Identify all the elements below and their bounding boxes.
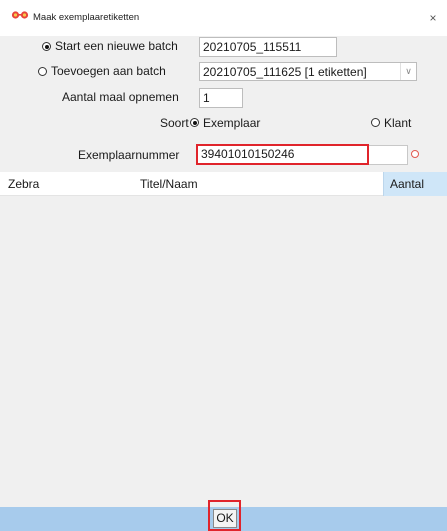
- quantity-label: Aantal maal opnemen: [62, 90, 179, 104]
- item-number-input[interactable]: 39401010150246: [196, 144, 369, 165]
- type-exemplaar-radio[interactable]: [190, 118, 199, 127]
- batch-select[interactable]: 20210705_111625 [1 etiketten] ∨: [199, 62, 417, 81]
- batch-form: Start een nieuwe batch 20210705_115511 T…: [0, 36, 447, 172]
- type-klant-label: Klant: [384, 116, 412, 130]
- close-button[interactable]: ×: [425, 10, 441, 26]
- column-header-zebra[interactable]: Zebra: [8, 172, 39, 196]
- type-klant-radio[interactable]: [371, 118, 380, 127]
- batch-select-value: 20210705_111625 [1 etiketten]: [203, 65, 367, 79]
- new-batch-label: Start een nieuwe batch: [55, 39, 178, 53]
- new-batch-input[interactable]: 20210705_115511: [199, 37, 337, 57]
- add-to-batch-label: Toevoegen aan batch: [51, 64, 166, 78]
- new-batch-radio[interactable]: [42, 42, 51, 51]
- item-number-label: Exemplaarnummer: [78, 148, 180, 162]
- title-bar: Maak exemplaaretiketten ×: [0, 0, 447, 36]
- close-icon: ×: [429, 11, 437, 25]
- chevron-down-icon[interactable]: ∨: [400, 63, 416, 80]
- add-to-batch-radio[interactable]: [38, 67, 47, 76]
- type-exemplaar-label: Exemplaar: [203, 116, 261, 130]
- column-header-aantal[interactable]: Aantal: [383, 172, 447, 196]
- window-title: Maak exemplaaretiketten: [33, 12, 140, 23]
- table-header: Zebra Titel/Naam Aantal: [0, 172, 447, 196]
- table-body[interactable]: [0, 196, 447, 507]
- ok-button[interactable]: OK: [213, 509, 237, 528]
- type-label: Soort: [160, 116, 189, 130]
- error-icon: [411, 150, 419, 158]
- glasses-icon: [11, 11, 29, 19]
- column-header-title[interactable]: Titel/Naam: [140, 172, 198, 196]
- quantity-input[interactable]: 1: [199, 88, 243, 108]
